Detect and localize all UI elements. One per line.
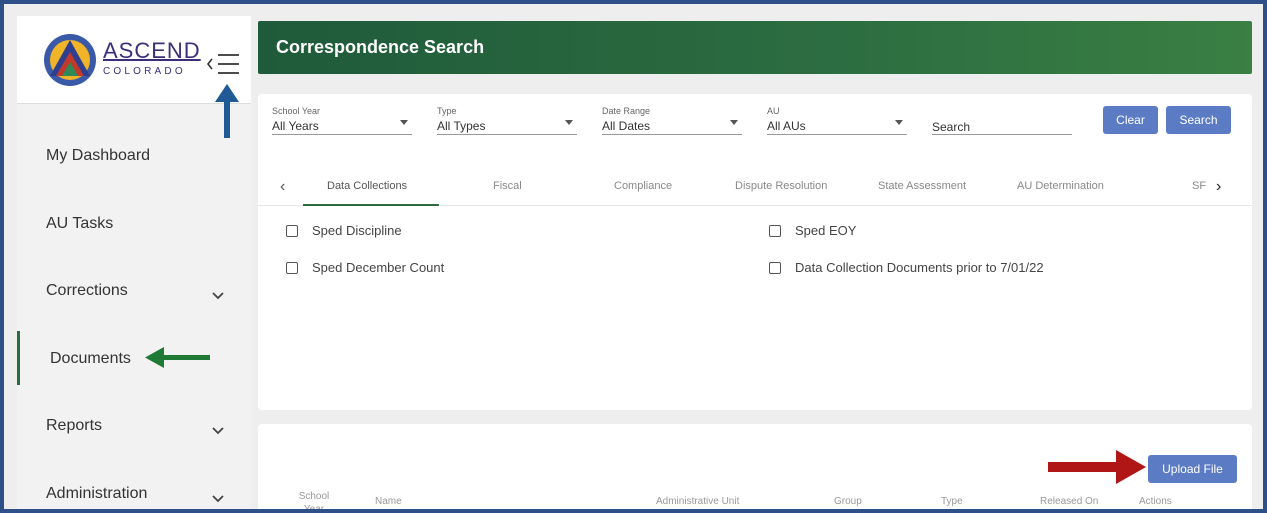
active-tab-indicator bbox=[303, 204, 439, 206]
date-range-value: All Dates bbox=[602, 119, 651, 133]
checkbox-label: Sped December Count bbox=[312, 260, 445, 275]
checkbox-icon[interactable] bbox=[769, 261, 781, 274]
search-placeholder: Search bbox=[932, 120, 971, 134]
sidebar-item-my-dashboard[interactable]: My Dashboard bbox=[46, 147, 150, 165]
tab-state-assessment[interactable]: State Assessment bbox=[878, 180, 966, 192]
search-button[interactable]: Search bbox=[1166, 106, 1231, 134]
school-year-select[interactable]: School Year All Years bbox=[272, 106, 320, 133]
column-header-actions[interactable]: Actions bbox=[1139, 496, 1172, 507]
field-underline bbox=[932, 134, 1072, 135]
date-range-select[interactable]: Date Range All Dates bbox=[602, 106, 650, 133]
chevron-down-icon[interactable] bbox=[211, 291, 225, 301]
active-nav-indicator bbox=[17, 331, 20, 385]
checkbox-icon[interactable] bbox=[286, 261, 298, 274]
field-underline bbox=[437, 134, 577, 135]
sidebar: ASCEND COLORADO My Dashboard AU Tasks Co… bbox=[17, 16, 251, 509]
tab-au-determination[interactable]: AU Determination bbox=[1017, 180, 1104, 192]
tab-dispute-resolution[interactable]: Dispute Resolution bbox=[735, 180, 827, 192]
field-underline bbox=[767, 134, 907, 135]
checkbox-item[interactable]: Sped December Count bbox=[286, 260, 444, 275]
tab-compliance[interactable]: Compliance bbox=[614, 180, 672, 192]
school-year-label: School Year bbox=[272, 106, 321, 116]
ascend-logo-icon bbox=[44, 34, 96, 86]
tabs-prev-icon[interactable]: ‹ bbox=[280, 178, 285, 196]
field-underline bbox=[272, 134, 412, 135]
checkbox-item[interactable]: Data Collection Documents prior to 7/01/… bbox=[769, 260, 1044, 275]
au-label: AU bbox=[767, 106, 780, 116]
upload-file-button[interactable]: Upload File bbox=[1148, 455, 1237, 483]
menu-collapse-icon[interactable] bbox=[205, 52, 241, 76]
checkbox-label: Data Collection Documents prior to 7/01/… bbox=[795, 260, 1044, 275]
tab-truncated[interactable]: SF bbox=[1192, 180, 1206, 192]
column-header-group[interactable]: Group bbox=[834, 496, 862, 507]
tabs-next-icon[interactable]: › bbox=[1216, 178, 1221, 196]
type-value: All Types bbox=[437, 119, 486, 133]
page-header: Correspondence Search bbox=[258, 21, 1252, 74]
checkbox-icon[interactable] bbox=[769, 224, 781, 237]
column-header-released-on[interactable]: Released On bbox=[1040, 496, 1098, 507]
logo-wordmark: ASCEND COLORADO bbox=[103, 38, 201, 77]
dropdown-caret-icon[interactable] bbox=[565, 120, 573, 125]
school-year-value: All Years bbox=[272, 119, 319, 133]
clear-button[interactable]: Clear bbox=[1103, 106, 1158, 134]
column-header-type[interactable]: Type bbox=[941, 496, 963, 507]
dropdown-caret-icon[interactable] bbox=[730, 120, 738, 125]
page-title: Correspondence Search bbox=[276, 37, 485, 57]
sidebar-item-au-tasks[interactable]: AU Tasks bbox=[46, 215, 113, 233]
type-select[interactable]: Type All Types bbox=[437, 106, 485, 133]
screenshot-frame: ASCEND COLORADO My Dashboard AU Tasks Co… bbox=[0, 0, 1267, 513]
logo-area: ASCEND COLORADO bbox=[17, 16, 251, 104]
column-header-school-year[interactable]: School Year bbox=[298, 490, 330, 509]
dropdown-caret-icon[interactable] bbox=[895, 120, 903, 125]
field-underline bbox=[602, 134, 742, 135]
chevron-down-icon[interactable] bbox=[211, 426, 225, 436]
chevron-down-icon[interactable] bbox=[211, 494, 225, 504]
tab-fiscal[interactable]: Fiscal bbox=[493, 180, 522, 192]
search-input[interactable]: Search bbox=[932, 120, 970, 134]
sidebar-item-documents[interactable]: Documents bbox=[50, 350, 131, 368]
column-header-name[interactable]: Name bbox=[375, 496, 402, 507]
sidebar-item-reports[interactable]: Reports bbox=[46, 417, 102, 435]
au-select[interactable]: AU All AUs bbox=[767, 106, 806, 133]
category-tabs: ‹ Data Collections Fiscal Compliance Dis… bbox=[258, 172, 1252, 206]
tab-data-collections[interactable]: Data Collections bbox=[327, 180, 407, 192]
date-range-label: Date Range bbox=[602, 106, 651, 116]
dropdown-caret-icon[interactable] bbox=[400, 120, 408, 125]
checkbox-label: Sped EOY bbox=[795, 223, 857, 238]
search-panel: School Year All Years Type All Types Dat… bbox=[258, 94, 1252, 410]
brand-subtitle: COLORADO bbox=[103, 66, 186, 77]
sidebar-item-administration[interactable]: Administration bbox=[46, 485, 147, 503]
sidebar-item-corrections[interactable]: Corrections bbox=[46, 282, 128, 300]
au-value: All AUs bbox=[767, 119, 806, 133]
type-label: Type bbox=[437, 106, 457, 116]
checkbox-label: Sped Discipline bbox=[312, 223, 402, 238]
brand-name: ASCEND bbox=[103, 38, 201, 63]
checkbox-item[interactable]: Sped EOY bbox=[769, 223, 856, 238]
checkbox-icon[interactable] bbox=[286, 224, 298, 237]
checkbox-item[interactable]: Sped Discipline bbox=[286, 223, 402, 238]
results-panel: Upload File School Year Name Administrat… bbox=[258, 424, 1252, 509]
column-header-administrative-unit[interactable]: Administrative Unit bbox=[656, 496, 739, 507]
